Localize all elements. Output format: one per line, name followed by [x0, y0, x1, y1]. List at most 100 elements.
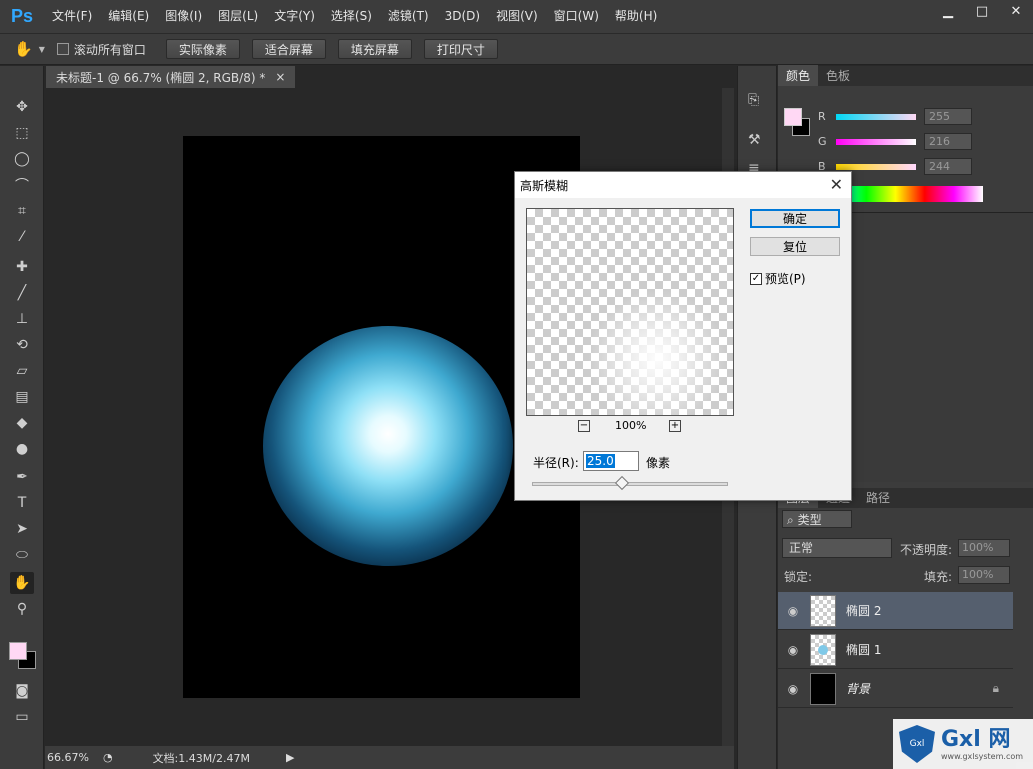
menu-image[interactable]: 图像(I) — [157, 0, 210, 33]
foreground-color-swatch[interactable] — [9, 642, 27, 660]
menu-filter[interactable]: 滤镜(T) — [380, 0, 437, 33]
hand-tool-icon[interactable]: ✋ — [10, 572, 34, 594]
preview-label: 预览(P) — [765, 272, 806, 286]
blend-mode-select[interactable]: 正常 — [782, 538, 892, 558]
filter-kind-label: 类型 — [797, 513, 822, 527]
layer-filter-select[interactable]: ⌕ 类型 — [782, 510, 852, 528]
healing-brush-tool-icon[interactable]: ✚ — [10, 256, 34, 278]
gaussian-blur-dialog: 高斯模糊 ✕ − 100% + 确定 复位 ✓ 预览(P) 半径(R): 25.… — [514, 171, 852, 501]
menu-help[interactable]: 帮助(H) — [607, 0, 665, 33]
preview-glow — [587, 289, 727, 415]
path-select-tool-icon[interactable]: ➤ — [10, 518, 34, 540]
tab-swatches[interactable]: 色板 — [818, 65, 858, 86]
menu-window[interactable]: 窗口(W) — [546, 0, 607, 33]
g-channel-row: G 216 — [818, 133, 972, 150]
eyedropper-tool-icon[interactable]: ⁄ — [10, 226, 34, 248]
menu-type[interactable]: 文字(Y) — [266, 0, 323, 33]
unit-label: 像素 — [646, 456, 671, 470]
opacity-label: 不透明度: — [900, 543, 953, 557]
quick-mask-icon[interactable]: ◙ — [10, 680, 34, 702]
eye-icon[interactable]: ◉ — [778, 643, 808, 657]
menu-layer[interactable]: 图层(L) — [210, 0, 266, 33]
radius-input[interactable]: 25.0 — [583, 451, 639, 471]
maximize-icon[interactable]: □ — [965, 0, 999, 22]
zoom-level[interactable]: 66.67% — [47, 751, 89, 764]
quick-select-tool-icon[interactable]: ⌒ — [10, 174, 34, 196]
menu-3d[interactable]: 3D(D) — [437, 0, 488, 33]
preview-checkbox[interactable]: ✓ 预览(P) — [750, 270, 806, 287]
tool-presets-icon[interactable]: ⚒ — [748, 132, 761, 148]
scroll-all-checkbox[interactable] — [56, 43, 69, 55]
fill-screen-button[interactable]: 填充屏幕 — [337, 39, 412, 59]
menu-select[interactable]: 选择(S) — [323, 0, 380, 33]
gradient-tool-icon[interactable]: ▤ — [10, 386, 34, 408]
opacity-input[interactable]: 100% — [958, 539, 1010, 557]
reset-button[interactable]: 复位 — [750, 237, 840, 256]
fit-screen-button[interactable]: 适合屏幕 — [251, 39, 326, 59]
layer-row-background[interactable]: ◉ 背景 🔒︎ — [778, 670, 1013, 708]
lock-icon: 🔒︎ — [992, 681, 999, 695]
zoom-tool-icon[interactable]: ⚲ — [10, 598, 34, 620]
b-slider[interactable] — [836, 163, 916, 170]
scroll-all-label: 滚动所有窗口 — [73, 42, 146, 57]
g-slider[interactable] — [836, 138, 916, 145]
marquee-tool-icon[interactable]: ⬚ — [10, 122, 34, 144]
minimize-icon[interactable]: ▁ — [931, 0, 965, 22]
stamp-tool-icon[interactable]: ⊥ — [10, 308, 34, 330]
blur-preview[interactable] — [526, 208, 734, 416]
crop-tool-icon[interactable]: ⌗ — [10, 200, 34, 222]
type-tool-icon[interactable]: T — [10, 492, 34, 514]
r-slider[interactable] — [836, 113, 916, 120]
menu-view[interactable]: 视图(V) — [488, 0, 546, 33]
radius-label: 半径(R): — [533, 456, 579, 470]
close-tab-icon[interactable]: × — [275, 70, 285, 84]
layer-row-ellipse-1[interactable]: ◉ 椭圆 1 — [778, 631, 1013, 669]
move-tool-icon[interactable]: ✥ — [10, 96, 34, 118]
options-bar: ✋ ▼ 滚动所有窗口 实际像素 适合屏幕 填充屏幕 打印尺寸 — [0, 33, 1033, 65]
blur-tool-icon[interactable]: ◆ — [10, 412, 34, 434]
dodge-tool-icon[interactable]: ● — [10, 438, 34, 460]
menu-edit[interactable]: 编辑(E) — [100, 0, 157, 33]
status-menu-arrow-icon[interactable]: ▶ — [286, 751, 294, 764]
b-value[interactable]: 244 — [924, 158, 972, 175]
close-icon[interactable]: ✕ — [830, 175, 843, 194]
history-panel-icon[interactable]: ⎘ — [748, 92, 759, 108]
eraser-tool-icon[interactable]: ▱ — [10, 360, 34, 382]
fill-input[interactable]: 100% — [958, 566, 1010, 584]
history-brush-tool-icon[interactable]: ⟲ — [10, 334, 34, 356]
layer-name: 背景 — [846, 682, 871, 696]
dialog-title: 高斯模糊 — [520, 178, 569, 193]
radius-slider[interactable] — [532, 475, 728, 491]
zoom-in-icon[interactable]: + — [669, 420, 681, 432]
watermark-brand: Gxl 网 — [941, 726, 1011, 752]
lasso-tool-icon[interactable]: ◯ — [10, 148, 34, 170]
status-info-icon[interactable]: ◔ — [103, 751, 113, 764]
g-value[interactable]: 216 — [924, 133, 972, 150]
document-tab[interactable]: 未标题-1 @ 66.7% (椭圆 2, RGB/8) * × — [46, 66, 296, 88]
tab-paths[interactable]: 路径 — [858, 487, 898, 508]
eye-icon[interactable]: ◉ — [778, 682, 808, 696]
ok-button[interactable]: 确定 — [750, 209, 840, 228]
layer-row-ellipse-2[interactable]: ◉ 椭圆 2 — [778, 592, 1013, 630]
pen-tool-icon[interactable]: ✒ — [10, 466, 34, 488]
zoom-out-icon[interactable]: − — [578, 420, 590, 432]
fg-swatch[interactable] — [784, 108, 802, 126]
ellipse-tool-icon[interactable]: ⬭ — [10, 544, 34, 566]
screen-mode-icon[interactable]: ▭ — [10, 706, 34, 728]
watermark-url: www.gxlsystem.com — [941, 751, 1024, 761]
close-icon[interactable]: ✕ — [999, 0, 1033, 22]
watermark-shield-logo: Gxl — [899, 725, 935, 763]
photoshop-logo: Ps — [10, 6, 34, 26]
chevron-down-icon[interactable]: ▼ — [39, 45, 45, 54]
actual-pixels-button[interactable]: 实际像素 — [165, 39, 240, 59]
hand-tool-icon[interactable]: ✋ — [14, 40, 33, 58]
tab-color[interactable]: 颜色 — [778, 65, 819, 86]
document-size: 文档:1.43M/2.47M — [152, 751, 250, 765]
r-value[interactable]: 255 — [924, 108, 972, 125]
radius-slider-thumb[interactable] — [614, 475, 630, 491]
menu-file[interactable]: 文件(F) — [44, 0, 100, 33]
color-panel-tabs: 颜色 色板 — [778, 65, 1033, 86]
eye-icon[interactable]: ◉ — [778, 604, 808, 618]
brush-tool-icon[interactable]: ╱ — [10, 282, 34, 304]
print-size-button[interactable]: 打印尺寸 — [423, 39, 498, 59]
